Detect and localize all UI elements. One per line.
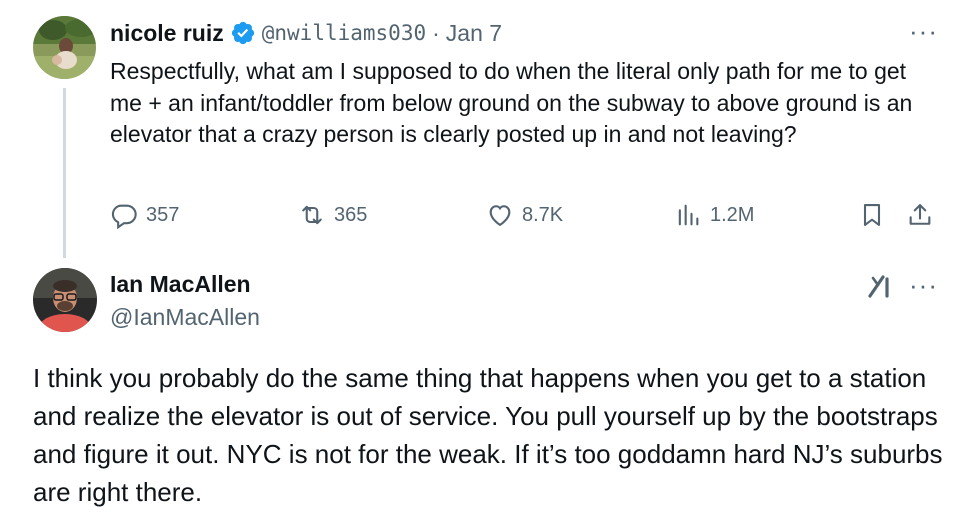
like-count: 8.7K <box>522 203 564 226</box>
reply-button[interactable]: 357 <box>110 197 179 233</box>
more-icon[interactable]: ··· <box>909 270 938 301</box>
share-button[interactable] <box>906 197 942 233</box>
grok-icon[interactable] <box>866 272 896 302</box>
separator-dot: · <box>432 19 440 46</box>
repost-count: 365 <box>334 203 368 226</box>
like-icon <box>489 205 511 227</box>
thread-line <box>63 88 66 258</box>
avatar-ian-macallen[interactable] <box>33 268 97 332</box>
views-count: 1.2M <box>710 203 755 226</box>
verified-badge-icon[interactable] <box>230 20 256 46</box>
bookmark-button[interactable] <box>858 197 894 233</box>
author-handle[interactable]: @nwilliams030 <box>262 21 426 45</box>
views-icon <box>678 204 699 226</box>
author-name[interactable]: Ian MacAllen <box>110 271 251 298</box>
tweet-actions: 357 365 8.7K 1.2M <box>110 197 940 233</box>
like-button[interactable]: 8.7K <box>486 197 563 233</box>
avatar-nicole-ruiz[interactable] <box>33 16 96 79</box>
reply-count: 357 <box>146 203 180 226</box>
author-name[interactable]: nicole ruiz <box>110 20 224 47</box>
bookmark-icon <box>863 204 881 226</box>
share-icon <box>909 204 931 225</box>
repost-button[interactable]: 365 <box>298 197 367 233</box>
repost-icon <box>302 205 322 225</box>
tweet-date[interactable]: Jan 7 <box>446 20 502 47</box>
reply-icon <box>111 204 137 229</box>
tweet1-header: nicole ruiz @nwilliams030 · Jan 7 <box>110 16 502 50</box>
more-icon[interactable]: ··· <box>909 16 938 47</box>
tweet-text: I think you probably do the same thing t… <box>33 363 943 507</box>
tweet-text: Respectfully, what am I supposed to do w… <box>110 58 913 147</box>
views-button[interactable]: 1.2M <box>674 197 754 233</box>
author-handle[interactable]: @IanMacAllen <box>110 304 260 331</box>
